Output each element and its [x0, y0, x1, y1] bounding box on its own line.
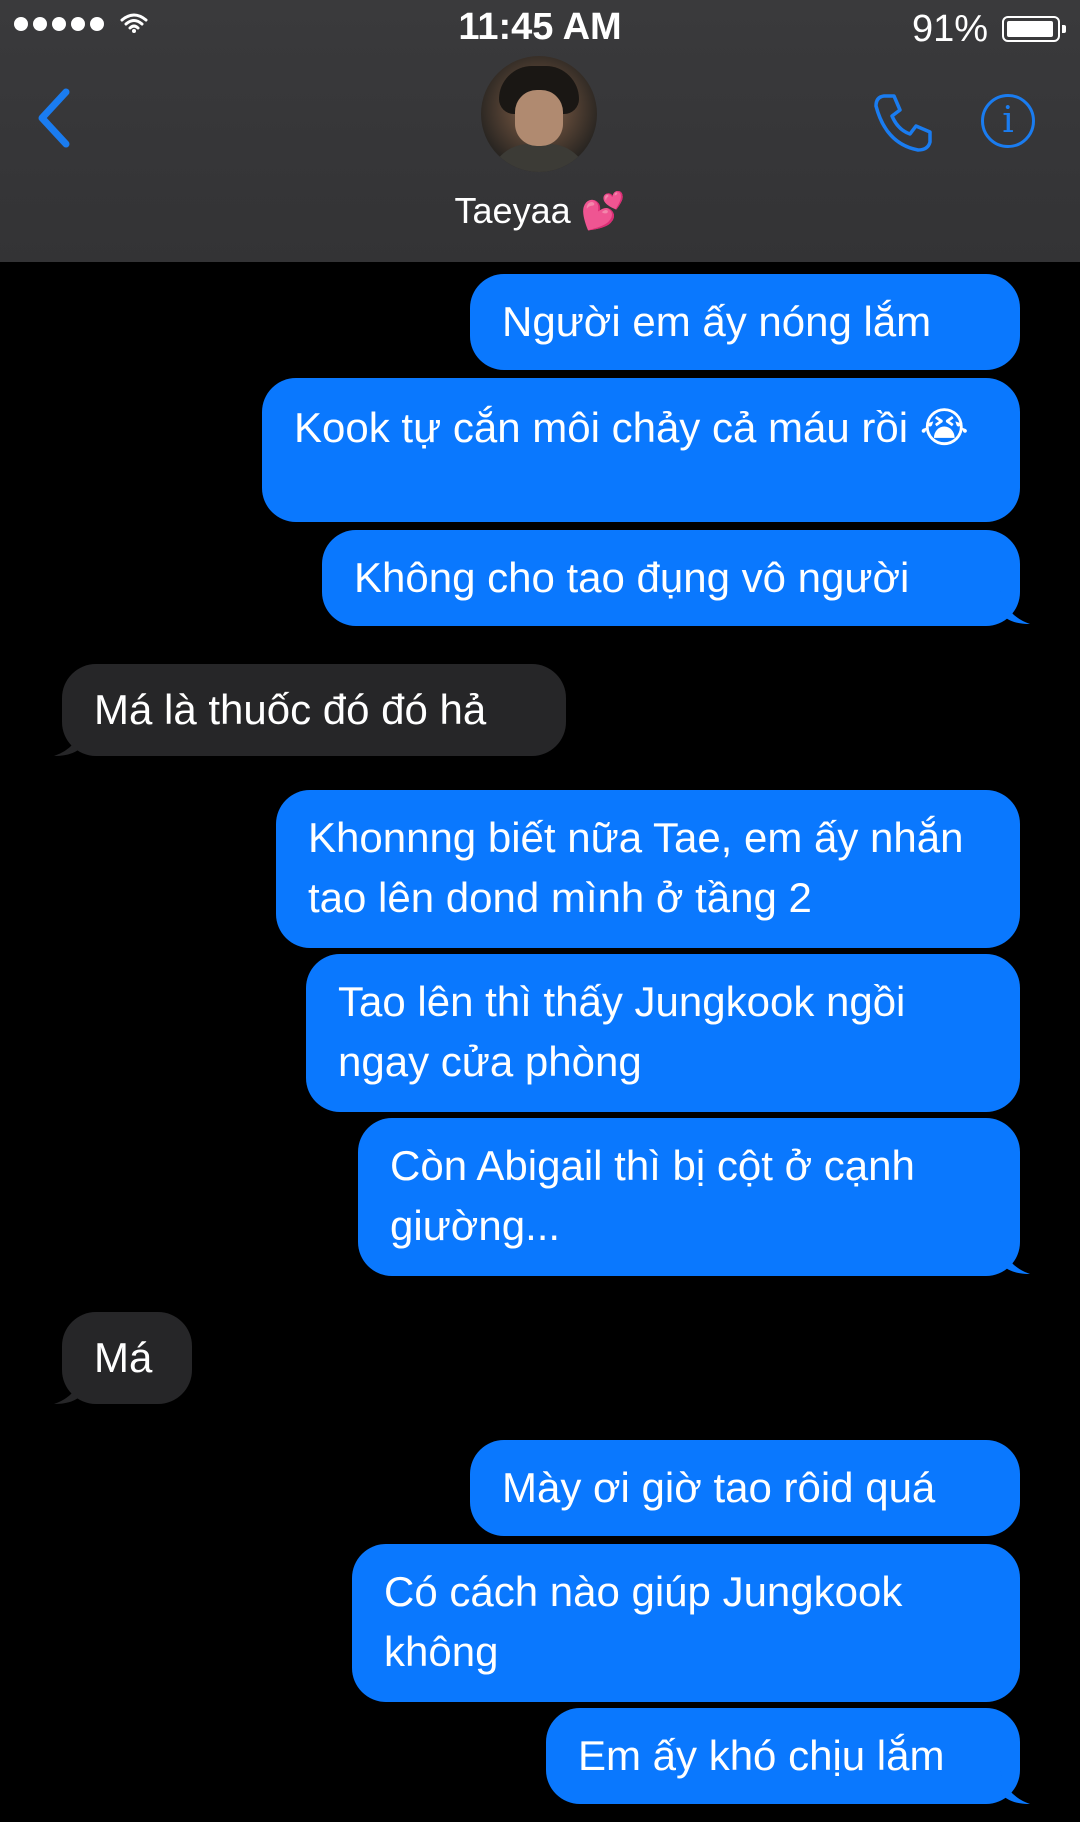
conversation-header: 11:45 AM 91% Taeyaa 💕 i — [0, 0, 1080, 262]
contact-avatar[interactable] — [481, 56, 597, 172]
contact-name[interactable]: Taeyaa 💕 — [0, 190, 1080, 232]
bubble-tail — [54, 1370, 84, 1404]
message-bubble-sent[interactable]: Em ấy khó chịu lắm — [546, 1708, 1020, 1804]
back-chevron-icon[interactable] — [36, 88, 72, 148]
message-bubble-received[interactable]: Má là thuốc đó đó hả — [62, 664, 566, 756]
phone-icon[interactable] — [872, 92, 934, 152]
message-bubble-sent[interactable]: Tao lên thì thấy Jungkook ngồi ngay cửa … — [306, 954, 1020, 1112]
info-icon[interactable]: i — [981, 94, 1035, 148]
message-bubble-sent[interactable]: Có cách nào giúp Jungkook không — [352, 1544, 1020, 1702]
message-bubble-sent[interactable]: Khonnng biết nữa Tae, em ấy nhắn tao lên… — [276, 790, 1020, 948]
bubble-tail — [1000, 1240, 1030, 1274]
status-bar: 11:45 AM 91% — [0, 0, 1080, 60]
message-bubble-sent[interactable]: Còn Abigail thì bị cột ở cạnh giường... — [358, 1118, 1020, 1276]
bubble-tail — [1000, 590, 1030, 624]
message-bubble-sent[interactable]: Mày ơi giờ tao rôid quá — [470, 1440, 1020, 1536]
message-bubble-sent[interactable]: Không cho tao đụng vô người — [322, 530, 1020, 626]
battery-icon — [1002, 16, 1066, 42]
message-bubble-sent[interactable]: Kook tự cắn môi chảy cả máu rồi 😭 — [262, 378, 1020, 522]
bubble-tail — [1000, 1770, 1030, 1804]
battery-percent: 91% — [911, 8, 988, 50]
bubble-tail — [54, 722, 84, 756]
message-bubble-sent[interactable]: Người em ấy nóng lắm — [470, 274, 1020, 370]
